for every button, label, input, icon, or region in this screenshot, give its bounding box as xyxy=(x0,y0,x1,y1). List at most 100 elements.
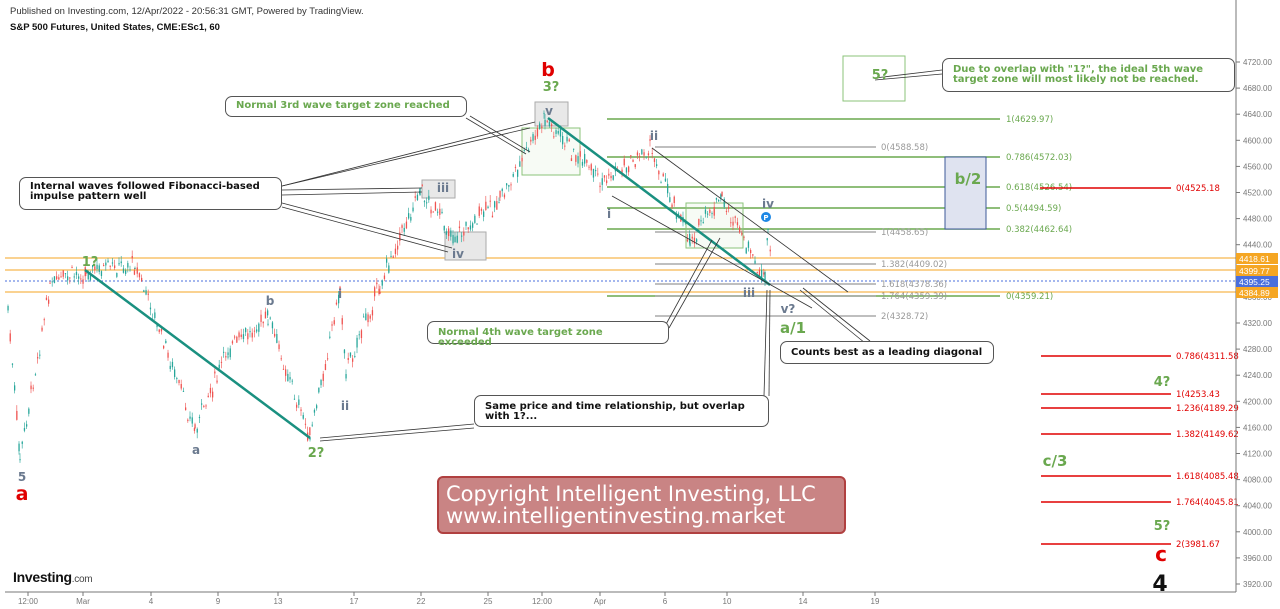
candle-body xyxy=(324,364,327,370)
candle-body xyxy=(639,155,641,157)
candle-body xyxy=(18,443,20,452)
candle-body xyxy=(414,196,416,198)
candle-body xyxy=(454,236,456,243)
arrow-b-to-a1 xyxy=(547,117,771,286)
candle-body xyxy=(276,334,278,343)
candle-body xyxy=(71,266,73,269)
wave-label: i xyxy=(338,287,342,301)
candle-body xyxy=(253,330,256,332)
candle-body xyxy=(678,213,680,215)
candle-body xyxy=(555,130,557,134)
candle-body xyxy=(423,201,426,203)
candle-body xyxy=(225,356,227,358)
candle-body xyxy=(736,222,739,226)
candle-body xyxy=(167,352,169,358)
candle-body xyxy=(316,405,318,409)
candle-body xyxy=(134,267,136,269)
x-tick-label: 12:00 xyxy=(18,597,39,606)
candle-body xyxy=(356,337,358,348)
candle-body xyxy=(745,247,747,254)
candle-body xyxy=(559,128,562,137)
candle-body xyxy=(718,200,720,202)
investing-logo[interactable]: Investing.com xyxy=(13,569,93,585)
candle-body xyxy=(752,254,754,256)
wave-label: iii xyxy=(743,286,755,300)
y-tick-label: 4560.00 xyxy=(1243,162,1272,171)
candle-body xyxy=(291,380,293,382)
candle-body xyxy=(287,373,289,382)
candle-body xyxy=(214,371,216,374)
candle-body xyxy=(383,275,386,279)
candle-body xyxy=(41,327,43,331)
wave-label: a xyxy=(192,443,200,457)
candle-body xyxy=(141,277,143,281)
candle-body xyxy=(129,269,131,271)
fib-gray-label: 0(4588.58) xyxy=(881,143,928,153)
candle-body xyxy=(143,290,145,293)
candle-body xyxy=(386,258,388,263)
candle-body xyxy=(510,184,512,186)
candle-body xyxy=(641,149,643,155)
candle-body xyxy=(667,183,669,194)
candle-body xyxy=(371,310,374,316)
candle-body xyxy=(14,385,16,391)
candle-body xyxy=(363,316,365,318)
candle-body xyxy=(709,209,711,213)
y-tick-label: 4080.00 xyxy=(1243,476,1272,485)
copyright-line1: Copyright Intelligent Investing, LLC xyxy=(446,482,816,506)
candle-body xyxy=(145,290,147,295)
candle-body xyxy=(534,135,536,140)
candle-body xyxy=(472,223,474,228)
candle-body xyxy=(564,145,566,147)
x-tick-label: 4 xyxy=(149,597,154,606)
candle-body xyxy=(131,256,133,259)
candle-body xyxy=(539,123,541,129)
candle-body xyxy=(388,265,390,273)
candle-body xyxy=(508,184,510,187)
y-tick-label: 4320.00 xyxy=(1243,319,1272,328)
y-tick-label: 4280.00 xyxy=(1243,345,1272,354)
candle-body xyxy=(227,356,229,358)
wave-label: iii xyxy=(437,181,449,195)
candle-body xyxy=(483,211,485,217)
y-tick-label: 4480.00 xyxy=(1243,215,1272,224)
candle-body xyxy=(612,175,614,180)
fib-red-label: 1.764(4045.81 xyxy=(1176,498,1239,508)
candle-body xyxy=(721,191,723,197)
wave-label: 5 xyxy=(18,470,26,484)
candle-body xyxy=(410,216,412,221)
candle-body xyxy=(628,166,630,173)
candle-body xyxy=(269,317,271,319)
candle-body xyxy=(586,160,588,163)
candle-body xyxy=(32,387,34,389)
price-badge-label: 4395.25 xyxy=(1239,277,1270,287)
fib-red-label: 1(4253.43 xyxy=(1176,390,1220,400)
fib-green-label: 0.786(4572.03) xyxy=(1006,153,1072,163)
candle-body xyxy=(9,333,11,342)
x-tick-label: Mar xyxy=(76,597,90,606)
fib-red-label: 1.382(4149.62 xyxy=(1176,430,1239,440)
candle-body xyxy=(392,256,394,258)
fib-red-label: 1.618(4085.48 xyxy=(1176,472,1239,482)
x-tick-label: 6 xyxy=(663,597,668,606)
candle-body xyxy=(313,409,316,413)
callout-third-wave: Normal 3rd wave target zone reached xyxy=(225,96,467,117)
candle-body xyxy=(419,188,421,196)
candle-body xyxy=(120,261,122,264)
candle-body xyxy=(240,334,242,337)
candle-body xyxy=(165,340,167,344)
candle-body xyxy=(365,313,367,321)
candle-body xyxy=(452,234,454,244)
copyright-banner[interactable]: Copyright Intelligent Investing, LLC www… xyxy=(437,476,846,534)
candle-body xyxy=(16,410,18,420)
candle-body xyxy=(267,323,269,325)
candle-body xyxy=(630,155,632,157)
x-tick-label: 13 xyxy=(274,597,283,606)
candle-body xyxy=(443,225,445,231)
candle-body xyxy=(264,311,267,319)
candle-body xyxy=(467,227,469,230)
candle-body xyxy=(634,164,636,168)
candle-body xyxy=(730,222,732,224)
fib-red-label: 0.786(4311.58 xyxy=(1176,352,1239,362)
wave-label: 1? xyxy=(82,255,99,270)
